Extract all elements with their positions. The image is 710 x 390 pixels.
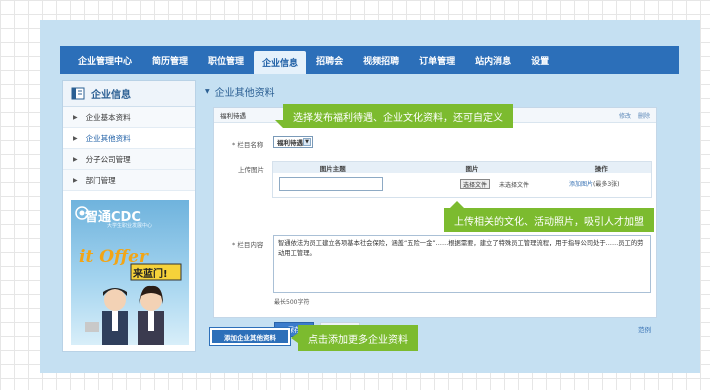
sidebar-item-label: 分子公司管理 [85, 154, 131, 164]
add-image-link[interactable]: 添加图片(最多3张) [569, 179, 620, 188]
arrow-right-icon: ▶ [73, 155, 78, 163]
nav-orders[interactable]: 订单管理 [409, 46, 465, 74]
triangle-down-icon: ▼ [205, 87, 210, 95]
sidebar-item-label: 企业基本资料 [85, 112, 131, 122]
callout-upload-tip: 上传相关的文化、活动照片，吸引人才加盟 [444, 201, 654, 232]
column-header: 图片 [465, 164, 479, 173]
delete-link[interactable]: 删除 [638, 113, 650, 120]
add-image-label: 添加图片 [569, 181, 594, 188]
callout-text: 点击添加更多企业资料 [308, 334, 408, 346]
page-title-label: 企业其他资料 [214, 87, 275, 99]
callout-text: 上传相关的文化、活动照片，吸引人才加盟 [454, 216, 644, 228]
sidebar-item-label: 企业其他资料 [85, 133, 131, 143]
add-other-info-button[interactable]: 添加企业其他资料 [210, 328, 290, 345]
sidebar-item-label: 部门管理 [85, 175, 116, 185]
nav-enterprise-center[interactable]: 企业管理中心 [68, 46, 142, 74]
panel-actions: 修改 删除 [614, 111, 650, 120]
nav-video-recruit[interactable]: 视频招聘 [353, 46, 409, 74]
arrow-right-icon: ▶ [73, 176, 78, 184]
column-header: 图片主题 [319, 164, 346, 173]
nav-resume[interactable]: 简历管理 [142, 46, 198, 74]
image-upload-table: 图片主题 图片 操作 选择文件 未选择文件 添加图片(最多3张) [272, 161, 652, 198]
category-select-value: 福利待遇 [277, 139, 303, 147]
sidebar: 企业信息 ▶ 企业基本资料 ▶ 企业其他资料 ▶ 分子公司管理 ▶ 部门管理 智… [62, 80, 196, 352]
char-limit-text: 最长500字符 [274, 299, 310, 306]
image-title-input[interactable] [279, 177, 383, 191]
sidebar-title: 企业信息 [91, 90, 131, 101]
sidebar-item-subsidiaries[interactable]: ▶ 分子公司管理 [63, 149, 195, 170]
category-label: * 栏目名称 [232, 141, 264, 149]
choose-file-button[interactable]: 选择文件 [460, 179, 491, 189]
arrow-right-icon: ▶ [73, 113, 78, 121]
nav-messages[interactable]: 站内消息 [465, 46, 521, 74]
callout-pointer [450, 201, 464, 208]
sidebar-item-other-info[interactable]: ▶ 企业其他资料 [63, 128, 195, 149]
content-textarea[interactable]: 智通依法为员工建立各项基本社会保险，涵盖“五险一金”……根据需要，建立了特殊员工… [273, 235, 651, 293]
callout-text: 选择发布福利待遇、企业文化资料，还可自定义 [293, 112, 503, 124]
panel-title: 福利待遇 [220, 112, 246, 120]
nav-settings[interactable]: 设置 [521, 46, 559, 74]
nav-jobs[interactable]: 职位管理 [198, 46, 254, 74]
sidebar-header: 企业信息 [63, 81, 195, 107]
arrow-right-icon: ▶ [73, 134, 78, 142]
table-row: 选择文件 未选择文件 添加图片(最多3张) [273, 173, 651, 197]
sidebar-item-basic-info[interactable]: ▶ 企业基本资料 [63, 107, 195, 128]
people-illustration [85, 285, 164, 345]
nav-job-fair[interactable]: 招聘会 [306, 46, 353, 74]
no-file-text: 未选择文件 [499, 182, 530, 189]
page-title: ▼ 企业其他资料 [205, 80, 275, 102]
callout-category-tip: 选择发布福利待遇、企业文化资料，还可自定义 [275, 104, 513, 128]
promo-tagline: 大学生职业发展中心 [107, 223, 153, 229]
promo-slogan: 来蓝门! [133, 269, 168, 280]
nav-company-info[interactable]: 企业信息 [254, 51, 307, 74]
example-link[interactable]: 范例 [638, 324, 651, 334]
upload-image-label: 上传图片 [238, 166, 264, 174]
chevron-down-icon: ▼ [303, 138, 311, 146]
category-select[interactable]: 福利待遇 ▼ [273, 136, 313, 148]
sidebar-item-departments[interactable]: ▶ 部门管理 [63, 170, 195, 191]
edit-link[interactable]: 修改 [619, 113, 631, 120]
table-header-row: 图片主题 图片 操作 [273, 162, 651, 173]
column-header: 操作 [594, 164, 608, 173]
document-icon [71, 87, 85, 100]
callout-add-more-tip: 点击添加更多企业资料 [291, 325, 418, 351]
top-nav: 企业管理中心 简历管理 职位管理 企业信息 招聘会 视频招聘 订单管理 站内消息… [60, 46, 679, 74]
content-label: * 栏目内容 [232, 241, 264, 249]
callout-pointer [291, 333, 298, 343]
add-image-limit: (最多3张) [593, 181, 620, 188]
callout-pointer [275, 120, 283, 128]
promo-banner[interactable]: 智通CDC 大学生职业发展中心 it Offer 来蓝门! [71, 200, 189, 345]
